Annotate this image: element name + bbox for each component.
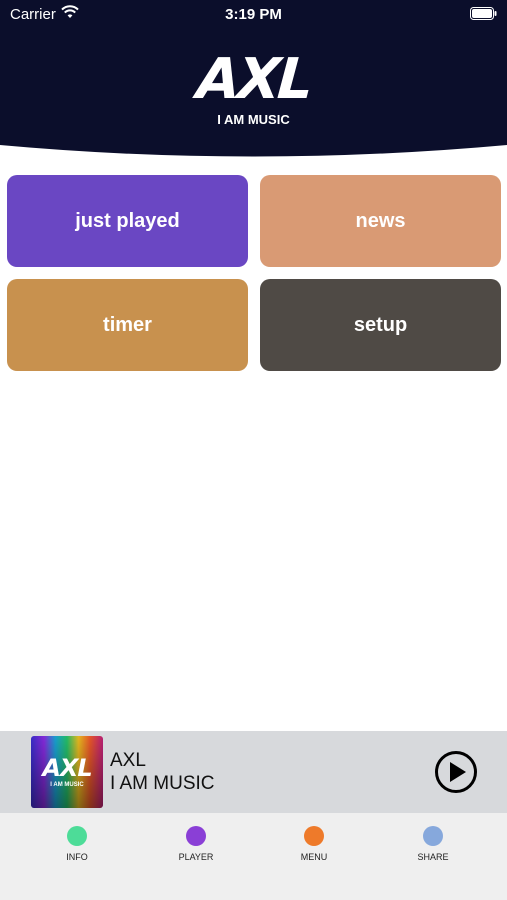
just-played-label: just played bbox=[75, 209, 180, 232]
status-time: 3:19 PM bbox=[225, 6, 282, 23]
tab-menu[interactable]: MENU bbox=[264, 813, 364, 873]
setup-tile[interactable]: setup bbox=[260, 279, 501, 371]
album-art: AXL I AM MUSIC bbox=[31, 736, 103, 808]
tab-share-label: SHARE bbox=[417, 852, 449, 862]
logo-subtitle: I AM MUSIC bbox=[217, 112, 290, 127]
timer-tile[interactable]: timer bbox=[7, 279, 248, 371]
album-art-subtitle: I AM MUSIC bbox=[50, 782, 84, 788]
tab-menu-label: MENU bbox=[300, 852, 328, 862]
app-logo: AXL I AM MUSIC bbox=[0, 47, 507, 127]
battery-icon bbox=[470, 7, 497, 20]
menu-icon bbox=[304, 826, 324, 846]
logo-title: AXL bbox=[194, 47, 313, 112]
now-playing-title: AXL bbox=[110, 750, 146, 771]
tab-player[interactable]: PLAYER bbox=[146, 813, 246, 873]
news-tile[interactable]: news bbox=[260, 175, 501, 267]
news-label: news bbox=[355, 209, 406, 232]
timer-label: timer bbox=[103, 313, 152, 336]
app-header: Carrier 3:19 PM AXL I AM MUSIC bbox=[0, 0, 507, 160]
status-bar: Carrier 3:19 PM bbox=[0, 0, 507, 30]
tab-player-label: PLAYER bbox=[178, 852, 214, 862]
tab-share[interactable]: SHARE bbox=[383, 813, 483, 873]
tab-info-label: INFO bbox=[66, 852, 88, 862]
play-circle-icon[interactable] bbox=[434, 750, 478, 794]
just-played-tile[interactable]: just played bbox=[7, 175, 248, 267]
tab-bar: INFO PLAYER MENU SHARE bbox=[0, 813, 507, 900]
album-art-logo: AXL bbox=[42, 754, 92, 782]
share-icon bbox=[423, 826, 443, 846]
now-playing-bar: AXL I AM MUSIC AXL I AM MUSIC bbox=[0, 731, 507, 813]
player-icon bbox=[186, 826, 206, 846]
info-icon bbox=[67, 826, 87, 846]
now-playing-subtitle: I AM MUSIC bbox=[110, 773, 215, 794]
tab-info[interactable]: INFO bbox=[27, 813, 127, 873]
setup-label: setup bbox=[353, 313, 408, 336]
